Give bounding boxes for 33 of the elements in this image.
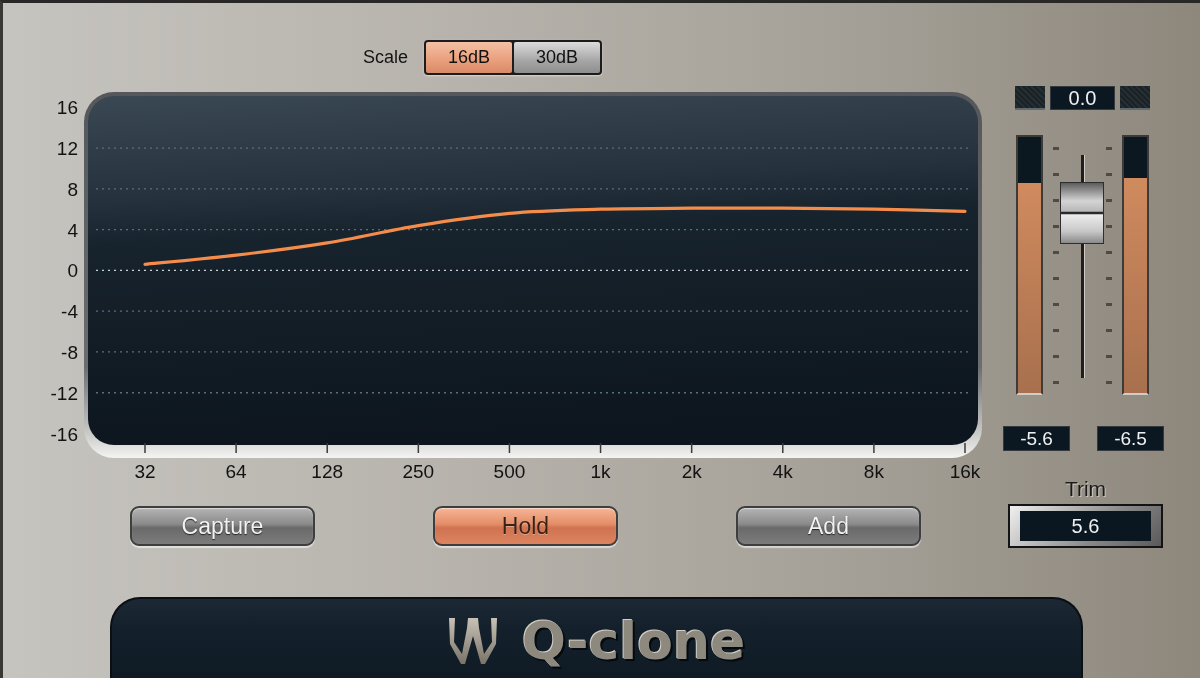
x-axis-label: 32 xyxy=(134,461,156,482)
x-axis-label: 4k xyxy=(772,461,793,482)
fader-thumb[interactable] xyxy=(1060,182,1104,244)
scale-option[interactable]: 30dB xyxy=(514,42,601,73)
peak-readout: -5.6 xyxy=(1003,426,1070,451)
x-axis-label: 64 xyxy=(225,461,247,482)
y-axis-label: -16 xyxy=(50,423,78,445)
trim-field[interactable]: 5.6 xyxy=(1008,504,1163,548)
x-axis-label: 128 xyxy=(311,461,344,482)
y-axis-label: 0 xyxy=(67,260,78,282)
gain-readout: 0.0 xyxy=(1050,86,1115,110)
y-axis-label: -8 xyxy=(61,341,78,363)
x-axis-label: 500 xyxy=(493,461,526,482)
y-axis-label: 16 xyxy=(56,97,78,119)
toggle-button[interactable]: Capture xyxy=(130,506,315,546)
scale-option[interactable]: 16dB xyxy=(426,42,513,73)
x-axis-label: 8k xyxy=(863,461,884,482)
toggle-button[interactable]: Hold xyxy=(433,506,618,546)
x-axis-label: 16k xyxy=(949,461,981,482)
y-axis-label: -4 xyxy=(61,301,78,323)
y-axis-label: 12 xyxy=(56,138,78,160)
y-axis-label: 4 xyxy=(67,219,78,241)
peak-readout: -6.5 xyxy=(1097,426,1164,451)
trim-label: Trim xyxy=(1063,478,1108,500)
toggle-button[interactable]: Add xyxy=(736,506,921,546)
x-axis-label: 250 xyxy=(402,461,435,482)
x-axis-label: 2k xyxy=(681,461,702,482)
y-axis-label: -12 xyxy=(50,382,78,404)
y-axis-label: 8 xyxy=(67,178,78,200)
scale-label: Scale xyxy=(363,47,409,68)
x-axis-label: 1k xyxy=(590,461,611,482)
product-name: Q-clone xyxy=(521,614,746,667)
logo-icon xyxy=(447,617,498,664)
